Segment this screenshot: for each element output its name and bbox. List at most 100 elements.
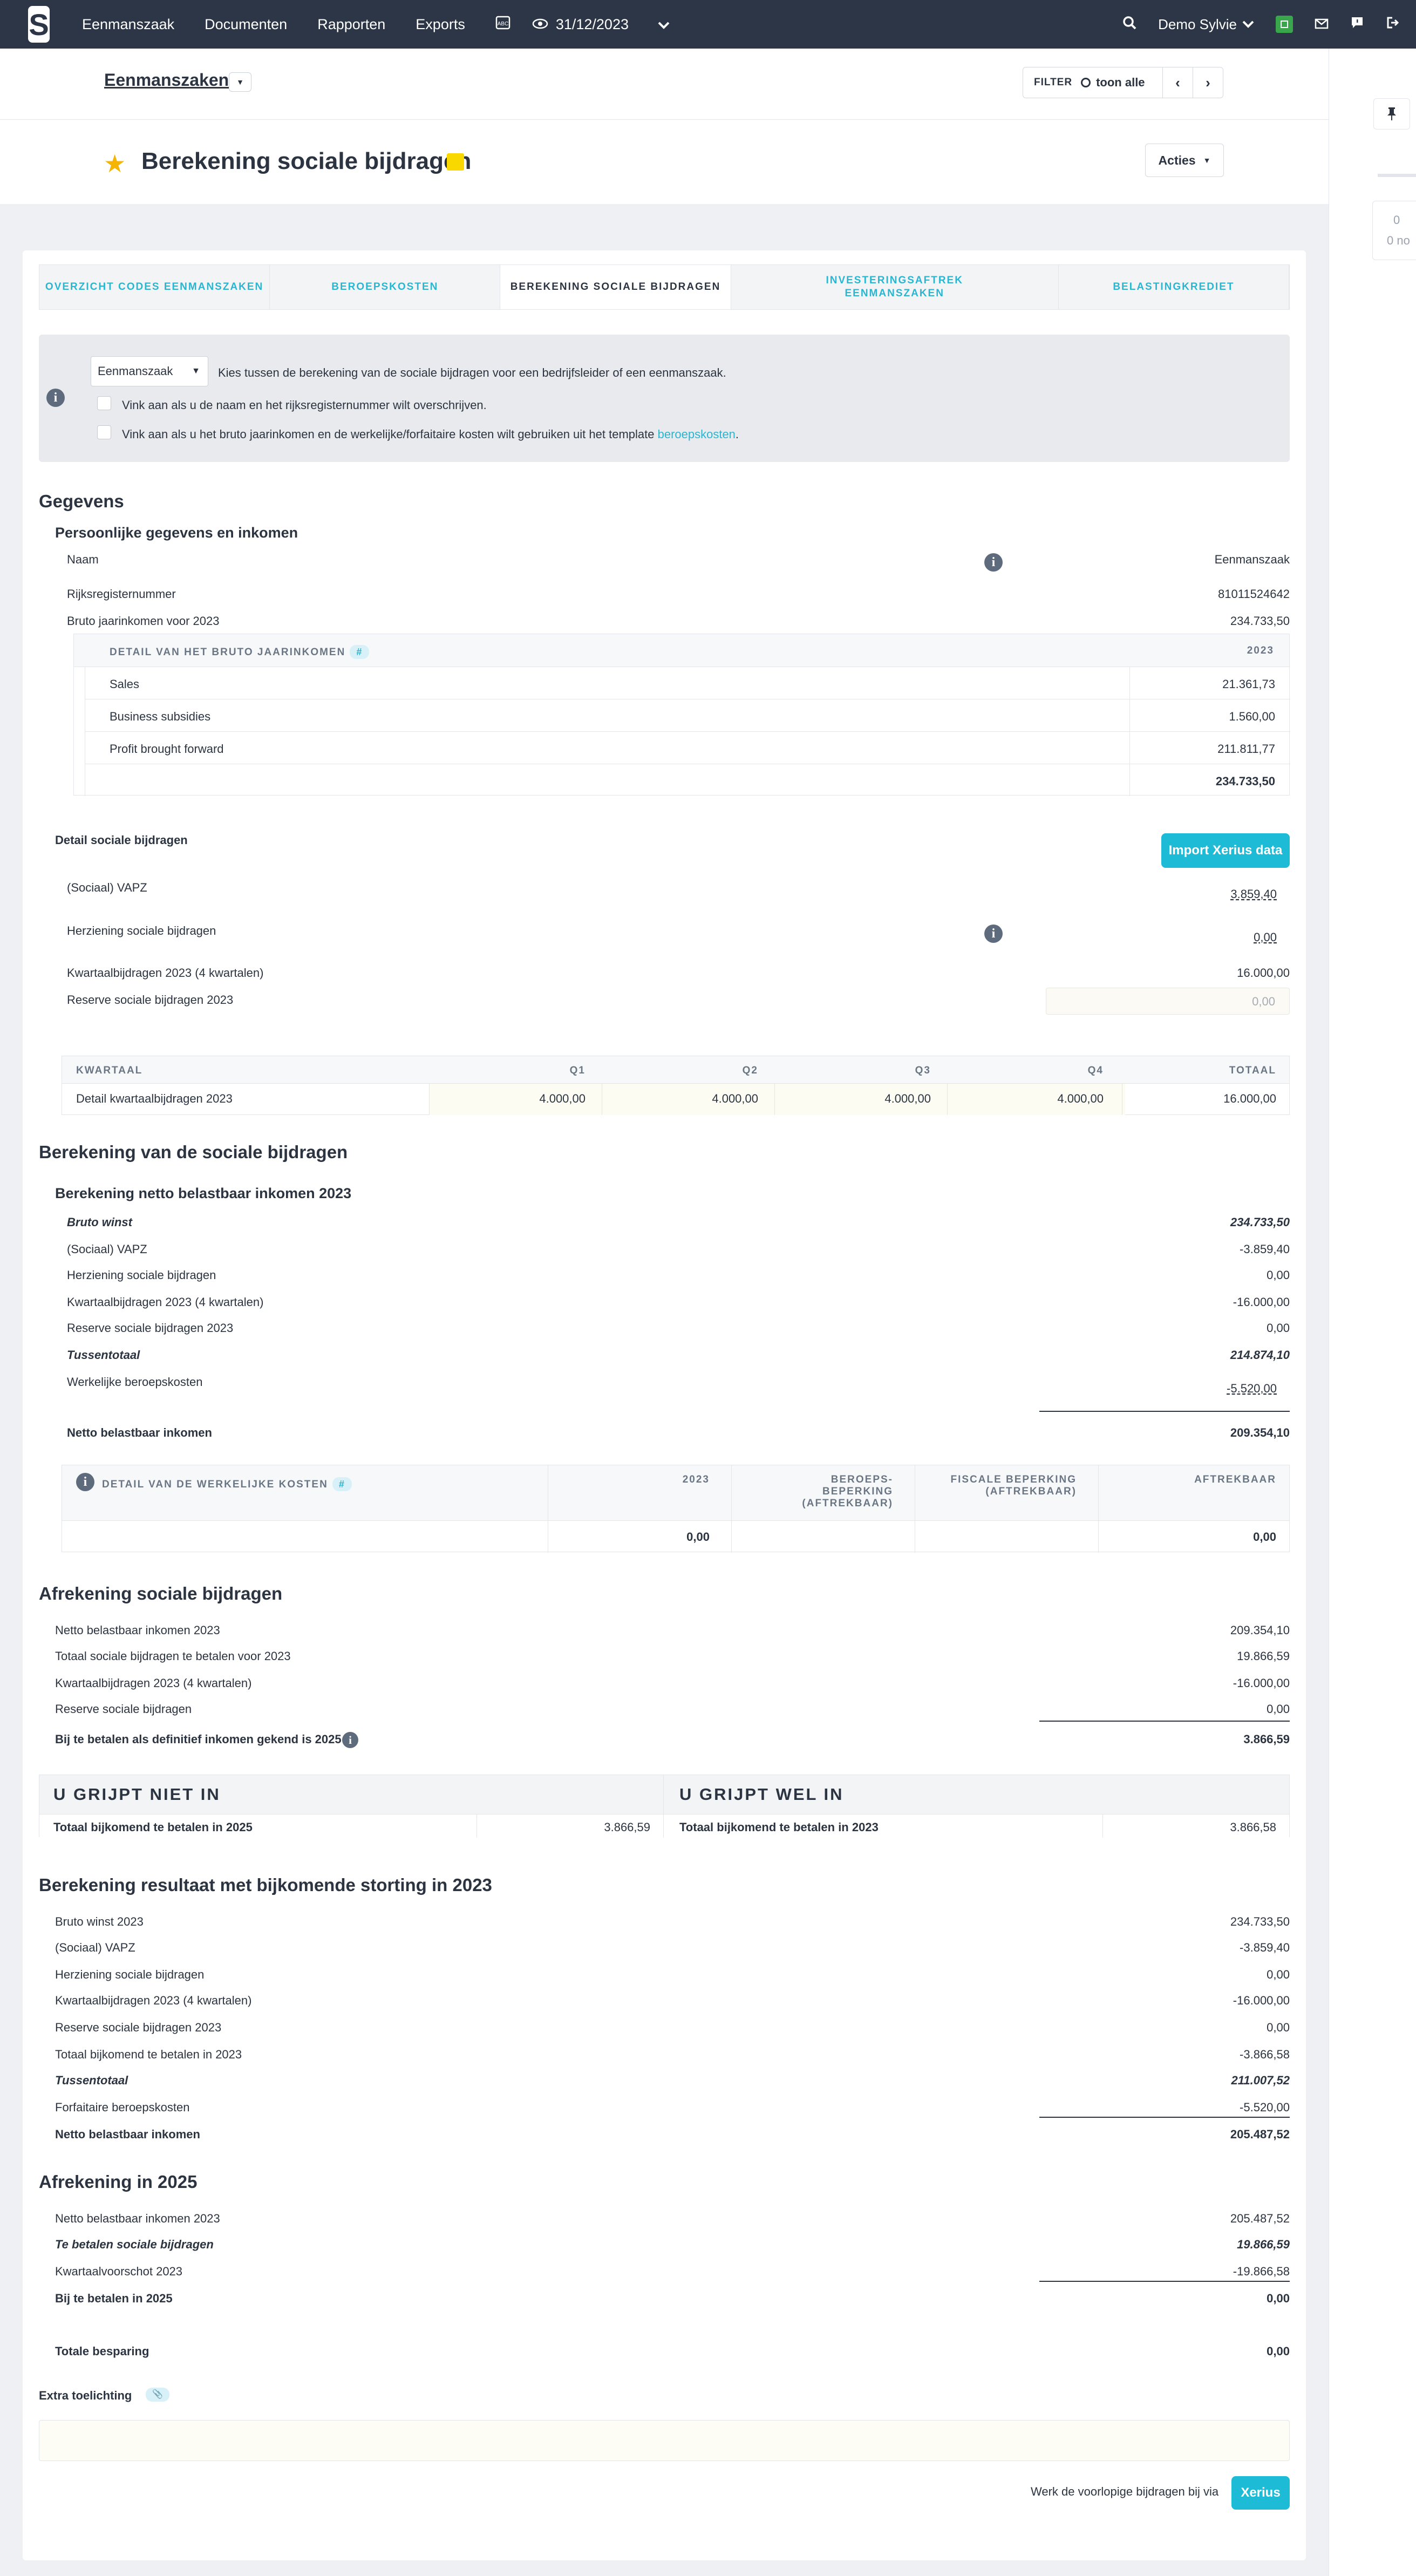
kwartaal-table: KWARTAAL Q1 Q2 Q3 Q4 TOTAAL Detail kwart… [62, 1056, 1290, 1115]
info-icon[interactable]: i [984, 553, 1003, 572]
q3-input[interactable]: 4.000,00 [774, 1092, 931, 1106]
color-tag[interactable] [447, 153, 464, 171]
tab-beroepskosten[interactable]: BEROEPSKOSTEN [270, 265, 501, 309]
filter-control[interactable]: FILTER toon alle ‹ › [1023, 67, 1223, 98]
rr-label: Rijksregisternummer [67, 587, 176, 601]
col-divider [663, 1775, 664, 1838]
col-divider [429, 1084, 430, 1115]
nav-documenten[interactable]: Documenten [205, 16, 287, 33]
af25-row-label: Netto belastbaar inkomen 2023 [55, 2212, 220, 2225]
info-icon[interactable]: i [76, 1473, 94, 1491]
res-row-value: 234.733,50 [1230, 1915, 1290, 1928]
res-row-label: (Sociaal) VAPZ [55, 1941, 135, 1954]
besparing-label: Totale besparing [55, 2344, 149, 2358]
caret-down-icon: ▼ [192, 366, 200, 376]
side-panel: 0 0 no [1329, 49, 1416, 2576]
info-icon[interactable]: i [342, 1732, 358, 1748]
panel-card-value: 0 [1393, 213, 1400, 227]
next-arrow-icon[interactable]: › [1193, 67, 1223, 98]
top-navigation-bar: S Eenmanszaak Documenten Rapporten Expor… [0, 0, 1416, 49]
q2-input[interactable]: 4.000,00 [602, 1092, 758, 1106]
hash-icon[interactable]: # [332, 1477, 352, 1491]
res-row-value: -3.866,58 [1240, 2048, 1290, 2061]
af25-row-value: -19.866,58 [1233, 2265, 1290, 2278]
vapz-input[interactable]: 3.859,40 [1156, 887, 1277, 901]
row-divider [85, 731, 1290, 732]
col-divider [774, 1084, 775, 1115]
period-selector[interactable]: 31/12/2023 [532, 16, 670, 33]
ber-row-value: 234.733,50 [1230, 1215, 1290, 1229]
chat-icon[interactable] [1350, 16, 1364, 33]
paperclip-icon[interactable]: 📎 [146, 2388, 169, 2402]
afr-row-value: 209.354,10 [1230, 1623, 1290, 1637]
pin-icon[interactable] [1373, 98, 1410, 130]
tab-belastingkrediet[interactable]: BELASTINGKREDIET [1059, 265, 1290, 309]
extra-toelichting-textarea[interactable] [39, 2420, 1290, 2461]
col-header: BEROEPS- BEPERKING (AFTREKBAAR) [802, 1474, 893, 1509]
rr-value: 81011524642 [1218, 587, 1290, 601]
user-menu[interactable]: Demo Sylvie [1158, 16, 1254, 33]
app-logo[interactable]: S [28, 6, 50, 43]
detail-row-value: 1.560,00 [1229, 710, 1275, 723]
herziening-input[interactable]: 0,00 [1156, 930, 1277, 944]
col-divider [947, 1084, 948, 1115]
breadcrumb-dropdown[interactable]: ▼ [229, 72, 251, 92]
prev-arrow-icon[interactable]: ‹ [1162, 67, 1193, 98]
bij-te-betalen-value: 0,00 [1267, 2292, 1290, 2305]
subsection-persoonlijke-gegevens: Persoonlijke gegevens en inkomen [55, 525, 298, 541]
override-name-checkbox[interactable] [97, 396, 111, 410]
caret-down-icon: ▼ [1203, 156, 1211, 165]
detail-sociale-bijdragen-title: Detail sociale bijdragen [55, 833, 188, 847]
nav-rapporten[interactable]: Rapporten [317, 16, 385, 33]
subsection-netto: Berekening netto belastbaar inkomen 2023 [55, 1185, 352, 1201]
filter-radio-icon[interactable] [1081, 78, 1091, 87]
hash-icon[interactable]: # [350, 645, 370, 659]
code-icon[interactable]: ABC [495, 15, 510, 34]
use-template-checkbox[interactable] [97, 425, 111, 439]
xerius-button[interactable]: Xerius [1231, 2476, 1290, 2510]
ber-row-label: Reserve sociale bijdragen 2023 [67, 1321, 234, 1335]
werkelijke-kosten-link[interactable]: -5.520,00 [1048, 1382, 1277, 1396]
afr-final-value: 3.866,59 [1243, 1732, 1290, 1746]
beroepskosten-link[interactable]: beroepskosten [658, 427, 736, 441]
detail-row-value: 211.811,77 [1217, 742, 1275, 756]
star-icon[interactable]: ★ [104, 149, 126, 178]
bruto-detail-year: 2023 [1247, 645, 1274, 656]
info-icon: i [46, 389, 65, 407]
q1-input[interactable]: 4.000,00 [429, 1092, 586, 1106]
nav-eenmanszaak[interactable]: Eenmanszaak [82, 16, 174, 33]
status-badge-icon[interactable] [1276, 16, 1293, 33]
search-icon[interactable] [1122, 16, 1136, 33]
col-header: FISCALE BEPERKING (AFTREKBAAR) [950, 1474, 1077, 1497]
total-line [1039, 1721, 1290, 1722]
chevron-down-icon[interactable] [658, 16, 670, 33]
res-row-label: Bruto winst 2023 [55, 1915, 144, 1928]
nav-exports[interactable]: Exports [416, 16, 465, 33]
kosten-detail-header-text: DETAIL VAN DE WERKELIJKE KOSTEN [102, 1479, 328, 1490]
type-select[interactable]: Eenmanszaak ▼ [91, 356, 208, 386]
info-box: i Eenmanszaak ▼ Kies tussen de berekening… [39, 335, 1290, 462]
breadcrumb[interactable]: Eenmanszaken [104, 70, 229, 90]
actions-button[interactable]: Acties ▼ [1145, 144, 1224, 177]
kwartaal-row-label: Detail kwartaalbijdragen 2023 [76, 1092, 233, 1105]
reserve-input[interactable]: 0,00 [1046, 988, 1290, 1015]
tab-overzicht[interactable]: OVERZICHT CODES EENMANSZAKEN [39, 265, 270, 309]
info-icon[interactable]: i [984, 925, 1003, 943]
filter-value[interactable]: toon alle [1096, 76, 1145, 90]
bruto-value: 234.733,50 [1230, 614, 1290, 628]
af25-row-value: 205.487,52 [1230, 2212, 1290, 2225]
import-xerius-button[interactable]: Import Xerius data [1161, 833, 1290, 868]
q4-input[interactable]: 4.000,00 [947, 1092, 1104, 1106]
total-line [1039, 2117, 1290, 2118]
logout-icon[interactable] [1386, 16, 1400, 33]
afr-row-label: Totaal sociale bijdragen te betalen voor… [55, 1649, 291, 1663]
res-row-label: Reserve sociale bijdragen 2023 [55, 2021, 222, 2034]
user-name: Demo Sylvie [1158, 16, 1237, 32]
col-header: Q2 [742, 1065, 758, 1076]
mail-icon[interactable] [1315, 16, 1329, 33]
tab-berekening-sociale-bijdragen[interactable]: BEREKENING SOCIALE BIJDRAGEN [500, 265, 731, 309]
tab-investeringsaftrek[interactable]: INVESTERINGSAFTREK EENMANSZAKEN [731, 265, 1059, 309]
res-row-label: Kwartaalbijdragen 2023 (4 kwartalen) [55, 1994, 252, 2007]
detail-row-value: 21.361,73 [1222, 677, 1275, 691]
period-date: 31/12/2023 [555, 16, 629, 32]
